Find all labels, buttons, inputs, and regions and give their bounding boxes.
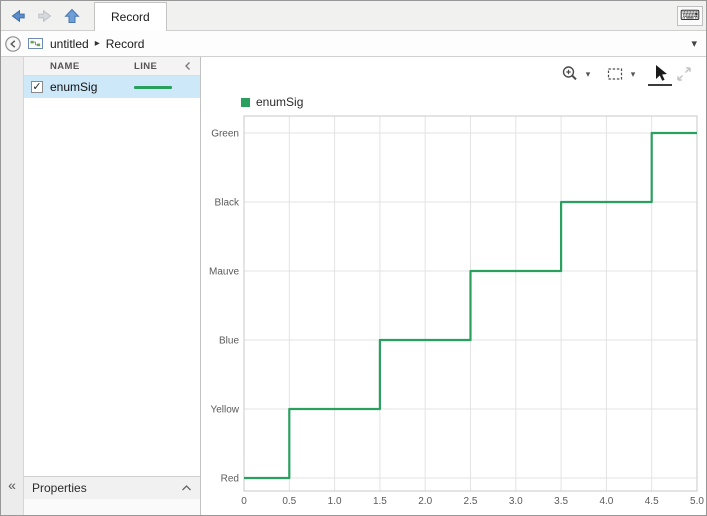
signal-row[interactable]: ✓ enumSig: [24, 76, 200, 98]
breadcrumb-model[interactable]: untitled: [50, 37, 89, 51]
properties-content-area: [24, 499, 200, 515]
checkbox-cell: ✓: [24, 81, 50, 93]
keyboard-icon: ⌨: [680, 7, 700, 24]
signal-table-empty-area: [24, 98, 200, 476]
breadcrumb-view[interactable]: Record: [106, 37, 145, 51]
svg-text:0: 0: [241, 496, 247, 507]
zoom-button[interactable]: [558, 62, 582, 86]
collapse-panel-button[interactable]: «: [1, 477, 23, 493]
signal-name: enumSig: [50, 80, 134, 94]
simulink-model-icon: [28, 37, 44, 50]
line-cell: [134, 86, 200, 89]
forward-arrow-icon: [35, 6, 55, 26]
breadcrumb-separator-icon: ▸: [95, 38, 100, 49]
pointer-tool-button[interactable]: [648, 62, 672, 86]
svg-text:5.0: 5.0: [690, 496, 704, 507]
svg-text:4.0: 4.0: [599, 496, 613, 507]
column-header-line[interactable]: LINE: [134, 61, 184, 72]
svg-text:Yellow: Yellow: [210, 405, 239, 416]
svg-text:Green: Green: [211, 129, 239, 140]
left-gutter: «: [1, 57, 24, 515]
signal-line-sample: [134, 86, 172, 89]
svg-text:0.5: 0.5: [282, 496, 296, 507]
legend-marker: [241, 98, 250, 107]
signal-visibility-checkbox[interactable]: ✓: [31, 81, 43, 93]
tab-record[interactable]: Record: [94, 2, 167, 31]
svg-text:1.5: 1.5: [373, 496, 387, 507]
fit-to-view-button[interactable]: [603, 62, 627, 86]
svg-text:3.5: 3.5: [554, 496, 568, 507]
svg-text:Red: Red: [221, 474, 239, 485]
chart-toolbar: ▾ ▾: [558, 62, 696, 86]
window-body: « NAME LINE ✓ enumSig: [1, 57, 706, 515]
signal-panel: NAME LINE ✓ enumSig: [24, 57, 201, 515]
step-chart[interactable]: 0 0.5 1.0 1.5 2.0 2.5 3.0 3.5 4.0 4.5 5.0 Red Yellow…: [201, 107, 704, 515]
tab-record-label: Record: [111, 10, 150, 24]
properties-label: Properties: [32, 481, 87, 495]
column-header-name[interactable]: NAME: [50, 61, 134, 72]
main-toolbar: Record ⌨: [1, 1, 706, 31]
svg-text:1.0: 1.0: [328, 496, 342, 507]
up-arrow-icon: [62, 6, 82, 26]
svg-text:4.5: 4.5: [645, 496, 659, 507]
chevron-left-icon[interactable]: [184, 61, 200, 71]
breadcrumb-bar: untitled ▸ Record ▾: [1, 31, 706, 57]
fit-options-caret[interactable]: ▾: [627, 62, 639, 86]
breadcrumb-dropdown-caret[interactable]: ▾: [691, 37, 697, 50]
back-arrow-icon: [8, 6, 28, 26]
chevron-up-icon[interactable]: [181, 484, 192, 492]
svg-text:Blue: Blue: [219, 336, 239, 347]
record-window: Record ⌨ untitled ▸ Record ▾: [0, 0, 707, 516]
signal-table-header: NAME LINE: [24, 57, 200, 76]
keyboard-shortcuts-button[interactable]: ⌨: [677, 6, 703, 26]
expand-button[interactable]: [672, 62, 696, 86]
forward-button[interactable]: [31, 3, 58, 29]
pointer-cursor-icon: [650, 63, 670, 83]
svg-text:2.0: 2.0: [418, 496, 432, 507]
svg-text:3.0: 3.0: [509, 496, 523, 507]
navigate-circle-icon[interactable]: [4, 35, 22, 53]
zoom-options-caret[interactable]: ▾: [582, 62, 594, 86]
back-button[interactable]: [4, 3, 31, 29]
check-icon: ✓: [32, 82, 41, 93]
svg-text:Black: Black: [215, 198, 240, 209]
svg-text:2.5: 2.5: [464, 496, 478, 507]
svg-text:Mauve: Mauve: [209, 267, 239, 278]
properties-bar[interactable]: Properties: [24, 476, 200, 499]
up-button[interactable]: [58, 3, 85, 29]
chart-panel: ▾ ▾: [201, 57, 706, 515]
fit-to-view-icon: [605, 64, 625, 84]
zoom-in-icon: [560, 64, 580, 84]
expand-arrows-icon: [674, 64, 694, 84]
